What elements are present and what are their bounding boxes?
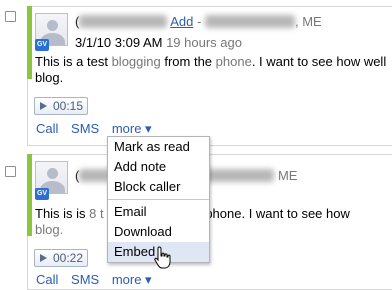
call-link[interactable]: Call [36,272,58,287]
caller-line: ( Add - , ME [75,14,322,29]
caller-separator: - [197,14,202,29]
voicemail-duration: 00:15 [53,99,84,113]
timestamp: 3/1/10 3:09 AM 19 hours ago [75,35,242,50]
hand-cursor-icon [154,246,171,269]
voicemail-badge-icon: GV [35,39,49,51]
caller-location: ME [277,168,298,183]
redacted-location [204,15,295,28]
more-dropdown[interactable]: more ▾ [112,272,152,287]
caller-location: , ME [294,14,322,29]
menu-item-block-caller[interactable]: Block caller [108,177,209,197]
redacted-number [79,15,168,28]
action-links: Call SMS more ▾ [36,272,161,288]
menu-item-add-note[interactable]: Add note [108,157,209,177]
transcript-text: . I want to see how well [251,54,387,69]
unread-bar [27,6,32,79]
select-checkbox[interactable] [5,11,16,22]
transcript-low-confidence: 8 t [89,206,104,221]
play-voicemail-button[interactable]: 00:15 [34,97,88,115]
menu-divider [108,199,209,200]
menu-item-email[interactable]: Email [108,202,209,222]
call-link[interactable]: Call [36,121,58,136]
play-voicemail-button[interactable]: 00:22 [34,249,88,267]
action-links: Call SMS more ▾ [36,121,161,137]
play-icon [40,102,47,110]
menu-item-download[interactable]: Download [108,222,209,242]
voicemail-badge-icon: GV [35,188,49,200]
transcript-line: blog. [35,70,63,86]
transcript-text: blog. [35,70,64,85]
transcript-low-confidence: blogging [111,54,161,69]
transcript-low-confidence: phone [215,54,252,69]
unread-bar [27,154,32,236]
transcript-text: blog. [35,222,64,237]
relative-time: 19 hours ago [166,35,242,50]
message-date: 3/1/10 3:09 AM [75,35,163,50]
menu-item-mark-as-read[interactable]: Mark as read [108,137,209,157]
transcript-line: blog. [35,222,63,238]
message-entry: GV ( Add - , ME 3/1/10 3:09 AM 19 hours … [0,0,392,146]
transcript-text: This is is [35,206,90,221]
sms-link[interactable]: SMS [71,121,99,136]
more-dropdown[interactable]: more ▾ [112,121,152,136]
transcript-text: This is a test [35,54,112,69]
add-contact-link[interactable]: Add [170,14,193,29]
transcript-text: from the [160,54,216,69]
select-checkbox[interactable] [5,166,16,177]
play-icon [40,254,47,262]
more-actions-menu: Mark as read Add note Block caller Email… [107,136,210,263]
sms-link[interactable]: SMS [71,272,99,287]
transcript-line: This is a test blogging from the phone. … [35,54,386,70]
voicemail-duration: 00:22 [53,251,84,265]
